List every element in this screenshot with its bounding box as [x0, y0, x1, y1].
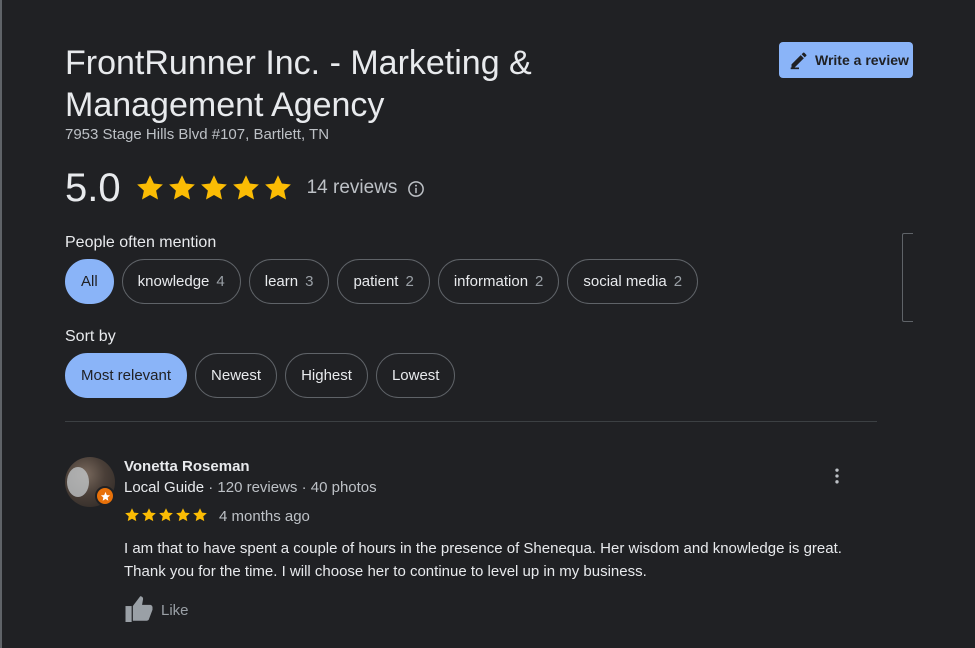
sort-option-highest[interactable]: Highest: [285, 353, 368, 398]
business-title: FrontRunner Inc. - Marketing & Managemen…: [65, 44, 532, 124]
more-vert-icon[interactable]: [827, 466, 847, 486]
reviewer-name[interactable]: Vonetta Roseman: [124, 458, 250, 475]
business-address: 7953 Stage Hills Blvd #107, Bartlett, TN: [65, 126, 330, 143]
mention-chip-knowledge[interactable]: knowledge 4: [121, 259, 241, 304]
mention-chip-patient[interactable]: patient 2: [337, 259, 430, 304]
reviewer-badge: Local Guide: [124, 479, 205, 496]
star-icon: [142, 508, 156, 522]
chip-count: 4: [216, 273, 225, 290]
chip-label: information: [453, 273, 529, 290]
avatar-photo: [67, 467, 89, 497]
rating-score: 5.0: [65, 166, 121, 210]
window-edge: [0, 0, 2, 648]
pencil-icon: [790, 52, 807, 70]
like-button[interactable]: Like: [124, 595, 189, 622]
rating-stars: [135, 173, 293, 203]
star-icon: [168, 175, 195, 200]
mention-chip-information[interactable]: information 2: [437, 259, 560, 304]
scrollbar-track[interactable]: [902, 233, 913, 322]
write-review-button[interactable]: Write a review: [779, 42, 913, 78]
info-icon[interactable]: [407, 180, 425, 198]
chip-label: knowledge: [137, 273, 210, 290]
sort-option-lowest[interactable]: Lowest: [375, 353, 456, 398]
local-guide-star-icon: [100, 491, 110, 501]
star-icon: [125, 508, 139, 522]
write-review-label: Write a review: [815, 52, 909, 68]
rating-summary: 5.0 14 reviews: [65, 166, 425, 210]
reviewer-stats: · 120 reviews · 40 photos: [204, 479, 377, 496]
sort-option-most-relevant[interactable]: Most relevant: [65, 353, 188, 398]
review-count[interactable]: 14 reviews: [307, 177, 398, 199]
sort-option-newest[interactable]: Newest: [195, 353, 278, 398]
mention-chip-social-media[interactable]: social media 2: [567, 259, 699, 304]
chip-count: 3: [305, 273, 314, 290]
review-date: 4 months ago: [219, 508, 310, 525]
reviewer-meta: Local Guide · 120 reviews · 40 photos: [124, 479, 377, 496]
sort-chips: Most relevant Newest Highest Lowest: [65, 353, 456, 398]
star-icon: [264, 175, 291, 200]
sort-label: Sort by: [65, 328, 116, 345]
chip-count: 2: [535, 273, 544, 290]
thumb-up-icon: [125, 596, 153, 622]
review-text: I am that to have spent a couple of hour…: [124, 540, 842, 580]
mention-chips: All knowledge 4 learn 3 patient 2 information 2 s…: [65, 259, 699, 304]
star-icon: [176, 508, 190, 522]
chip-count: 2: [673, 273, 683, 290]
divider: [65, 421, 877, 422]
star-icon: [136, 175, 163, 200]
mentions-label: People often mention: [65, 234, 217, 251]
mention-chip-all[interactable]: All: [65, 259, 114, 304]
chip-label: patient: [353, 273, 399, 290]
like-label: Like: [161, 601, 189, 619]
review-stars: [124, 507, 208, 523]
star-icon: [232, 175, 259, 200]
star-icon: [200, 175, 227, 200]
chip-count: 2: [405, 273, 414, 290]
star-icon: [159, 508, 173, 522]
chip-label: social media: [583, 273, 667, 290]
chip-label: All: [81, 273, 98, 290]
star-icon: [193, 508, 207, 522]
mention-chip-learn[interactable]: learn 3: [248, 259, 330, 304]
chip-label: learn: [264, 273, 299, 290]
local-guide-badge: [95, 486, 115, 506]
